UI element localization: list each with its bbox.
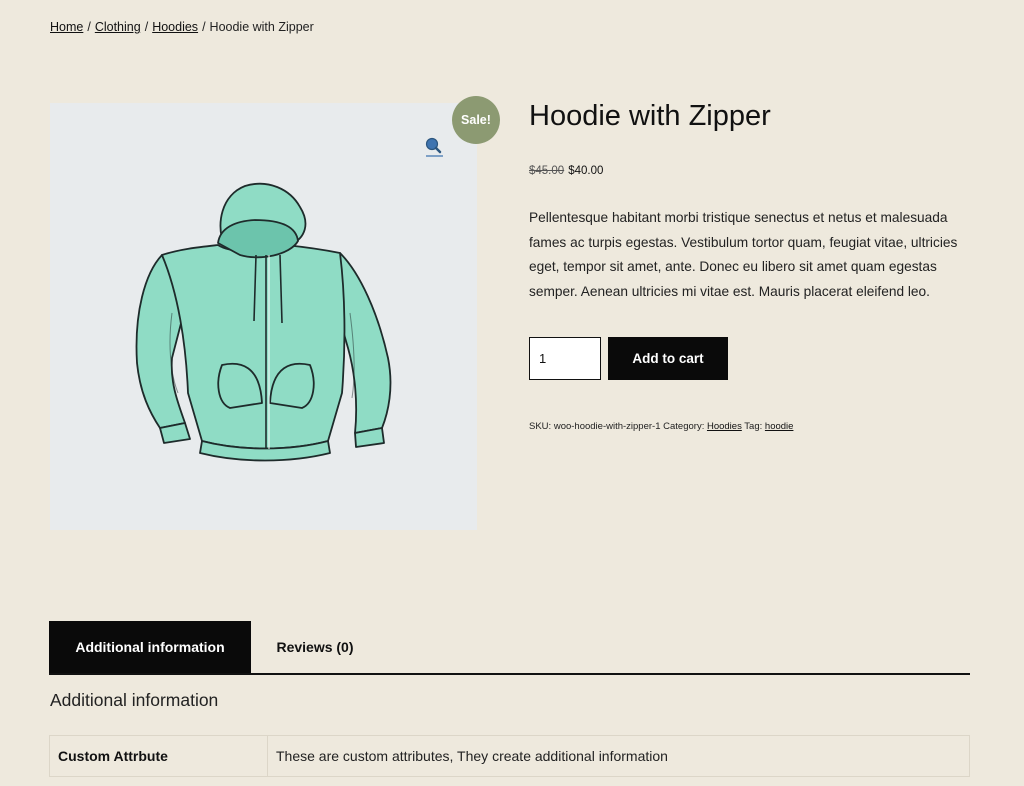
sku-value: woo-hoodie-with-zipper-1 (553, 421, 661, 432)
sale-badge: Sale! (452, 96, 500, 144)
tab-additional-information[interactable]: Additional information (49, 621, 251, 673)
category-link[interactable]: Hoodies (707, 421, 742, 432)
breadcrumb: Home / Clothing / Hoodies / Hoodie with Zipper (50, 20, 314, 34)
attribute-name: Custom Attrbute (49, 735, 268, 777)
product-image[interactable] (50, 103, 477, 530)
attribute-value: These are custom attributes, They create… (267, 735, 970, 777)
breadcrumb-separator: / (87, 20, 91, 34)
product-meta: SKU: woo-hoodie-with-zipper-1 Category: … (529, 421, 793, 432)
add-to-cart-button[interactable]: Add to cart (608, 337, 728, 380)
breadcrumb-current: Hoodie with Zipper (209, 20, 314, 34)
additional-information-heading: Additional information (50, 690, 219, 710)
breadcrumb-separator: / (144, 20, 149, 34)
magnifier-icon[interactable] (423, 136, 445, 158)
sale-price: $40.00 (568, 165, 604, 177)
breadcrumb-clothing-link[interactable]: Clothing (95, 20, 141, 34)
product-price: $45.00 $40.00 (529, 165, 603, 177)
tag-link[interactable]: hoodie (765, 421, 794, 432)
sku-label: SKU: (529, 421, 552, 432)
attributes-table: Custom Attrbute These are custom attribu… (49, 735, 970, 777)
product-description: Pellentesque habitant morbi tristique se… (529, 210, 958, 299)
breadcrumb-separator: / (202, 20, 206, 34)
product-tabs: Additional information Reviews (0) (49, 621, 970, 675)
product-title: Hoodie with Zipper (529, 100, 771, 132)
table-row: Custom Attrbute These are custom attribu… (49, 735, 970, 777)
breadcrumb-home-link[interactable]: Home (50, 20, 83, 34)
hoodie-image (135, 182, 392, 462)
tab-reviews[interactable]: Reviews (0) (251, 621, 379, 673)
breadcrumb-hoodies-link[interactable]: Hoodies (152, 20, 198, 34)
quantity-input[interactable] (529, 337, 601, 380)
tag-label: Tag: (744, 421, 763, 432)
original-price: $45.00 (529, 165, 565, 177)
category-label: Category: (663, 421, 705, 432)
